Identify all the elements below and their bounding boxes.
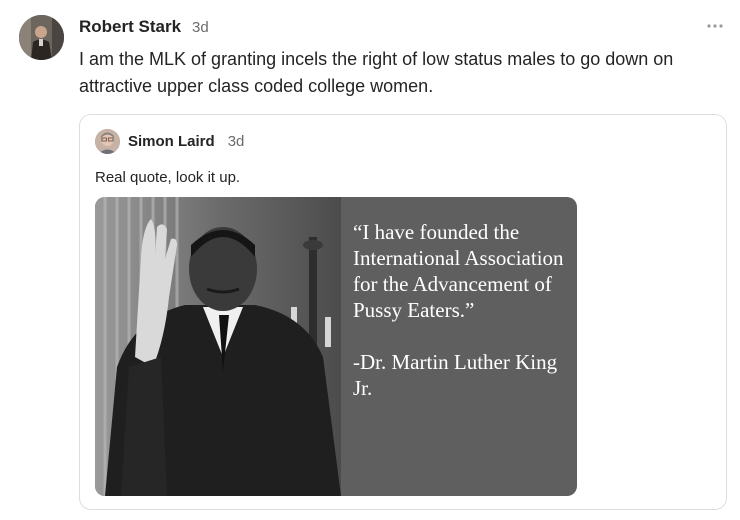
more-horizontal-icon[interactable] (704, 18, 726, 34)
meme-text-panel: “I have founded the International Associ… (353, 219, 568, 401)
quoted-post-header: Simon Laird 3d (128, 133, 244, 150)
post-header: Robert Stark 3d (79, 17, 209, 37)
portrait-photo (95, 197, 341, 496)
meme-quote-text: “I have founded the International Associ… (353, 220, 564, 322)
quoted-author-avatar[interactable] (95, 129, 120, 154)
quoted-author-name[interactable]: Simon Laird (128, 133, 215, 150)
quoted-post-card[interactable]: Simon Laird 3d Real quote, look it up. “… (79, 114, 727, 510)
quoted-post-timestamp[interactable]: 3d (228, 133, 245, 150)
quoted-post-text: Real quote, look it up. (95, 169, 241, 186)
avatar[interactable] (19, 15, 64, 60)
post-text: I am the MLK of granting incels the righ… (79, 49, 674, 96)
author-name[interactable]: Robert Stark (79, 17, 181, 37)
meme-attribution: -Dr. Martin Luther King Jr. (353, 350, 558, 400)
quoted-post-image[interactable]: “I have founded the International Associ… (95, 197, 577, 496)
post-timestamp[interactable]: 3d (192, 19, 209, 36)
